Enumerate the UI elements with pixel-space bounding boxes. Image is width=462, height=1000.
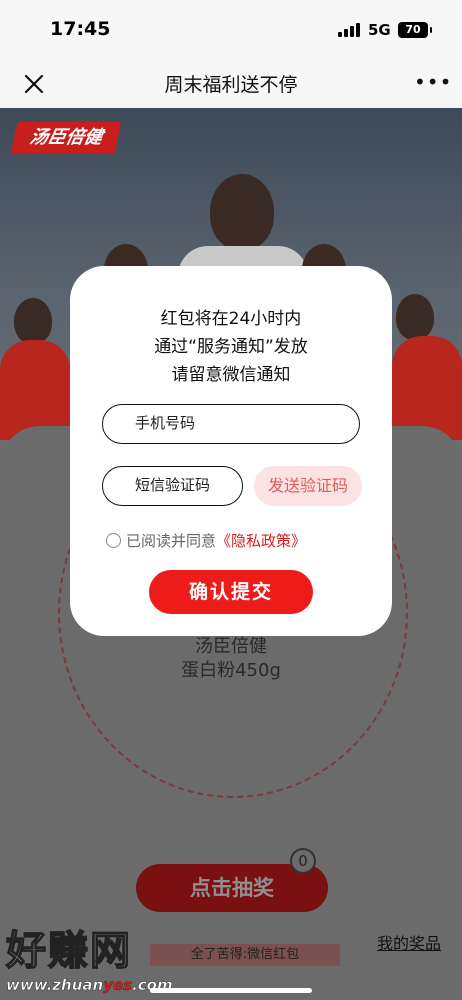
network-label: 5G [368, 21, 391, 39]
signal-icon [338, 23, 362, 37]
status-time: 17:45 [50, 18, 111, 40]
watermark: 好赚网 www.zhuanyes.com [5, 918, 196, 998]
my-prizes-link[interactable]: 我的奖品 [377, 930, 441, 954]
submit-button[interactable]: 确认提交 [149, 570, 313, 614]
draw-count-badge: 0 [290, 848, 316, 874]
dialog-message-line1: 红包将在24小时内 [160, 309, 302, 329]
phone-input[interactable]: 手机号码 [102, 404, 360, 444]
athlete-figure [14, 298, 52, 344]
page-title: 周末福利送不停 [164, 74, 298, 96]
send-code-button[interactable]: 发送验证码 [254, 466, 362, 506]
home-indicator [150, 988, 312, 993]
claim-dialog: 红包将在24小时内 通过“服务通知”发放 请留意微信通知 手机号码 短信验证码 … [70, 266, 392, 636]
athlete-figure [396, 294, 434, 340]
watermark-title: 好赚网 [5, 927, 132, 975]
nav-bar: 周末福利送不停 ••• [0, 60, 462, 108]
dialog-message-line2: 通过“服务通知”发放 [154, 337, 308, 357]
sms-code-input[interactable]: 短信验证码 [102, 466, 243, 506]
athlete-jersey [0, 340, 70, 440]
status-bar: 17:45 5G 70 [0, 0, 462, 60]
dialog-message-line3: 请留意微信通知 [171, 365, 291, 385]
agree-label: 已阅读并同意 [126, 532, 217, 550]
brand-logo: 汤臣倍健 [10, 122, 122, 154]
prize-detail: 蛋白粉450g [181, 660, 281, 681]
more-icon[interactable]: ••• [414, 68, 451, 96]
agree-radio[interactable] [106, 533, 121, 548]
athlete-jersey [392, 336, 462, 440]
battery-icon: 70 [398, 22, 432, 38]
privacy-policy-link[interactable]: 《隐私政策》 [216, 532, 306, 550]
athlete-figure [210, 174, 274, 250]
agreement-row: 已阅读并同意《隐私政策》 [106, 530, 306, 551]
